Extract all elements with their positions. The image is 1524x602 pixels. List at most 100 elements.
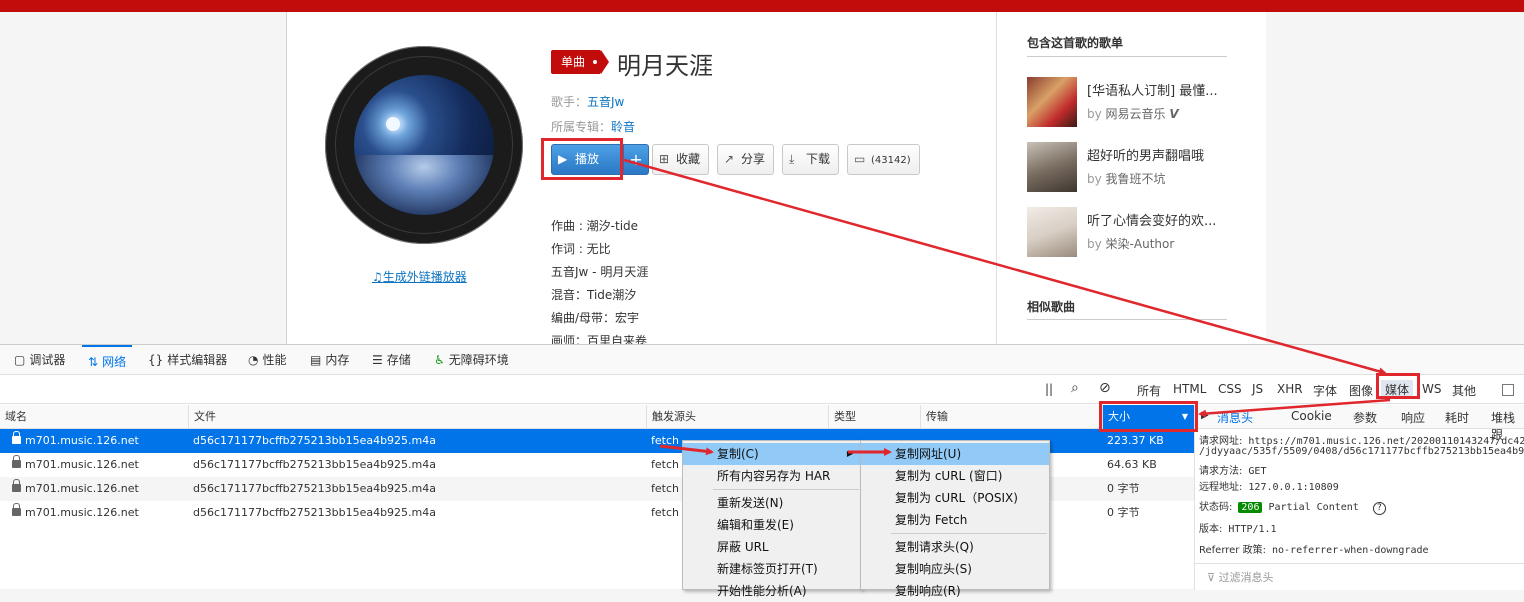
menu-copy-curl-win[interactable]: 复制为 cURL (窗口) [861, 465, 1002, 487]
folder-plus-icon: ⊞ [659, 152, 670, 166]
filter-ws[interactable]: WS [1422, 382, 1441, 396]
song-info: ♫生成外链播放器 单曲 明月天涯 歌手：五音Jw 所属专辑：聆音 ▶ 播放 + ⊞… [287, 12, 995, 348]
chip-icon: ▤ [310, 353, 322, 367]
sort-arrow-icon: ▼ [1181, 412, 1188, 421]
column-transferred[interactable]: 传输 [920, 405, 1102, 429]
filter-css[interactable]: CSS [1218, 382, 1242, 396]
column-file[interactable]: 文件 [188, 405, 646, 429]
status-badge: 206 [1238, 502, 1263, 513]
singer-link[interactable]: 五音Jw [587, 95, 624, 109]
menu-copy-response[interactable]: 复制响应(R) [861, 580, 961, 602]
filter-fonts[interactable]: 字体 [1313, 382, 1337, 399]
collect-button[interactable]: ⊞ 收藏 [652, 144, 710, 175]
tab-response[interactable]: 响应 [1401, 409, 1425, 426]
playlists-heading: 包含这首歌的歌单 [1027, 36, 1124, 50]
lock-icon [12, 503, 21, 516]
comment-button[interactable]: ▭ (43142) [847, 144, 920, 175]
tab-network[interactable]: ⇅ 网络 [82, 345, 133, 375]
tab-timings[interactable]: 耗时 [1445, 409, 1469, 426]
filter-images[interactable]: 图像 [1349, 382, 1373, 399]
filter-all[interactable]: 所有 [1137, 382, 1161, 399]
menu-open-new-tab[interactable]: 新建标签页打开(T) [683, 558, 818, 580]
filter-media[interactable]: 媒体 [1381, 380, 1414, 399]
request-method: 请求方法: GET [1199, 466, 1267, 477]
menu-divider [891, 533, 1047, 534]
pause-icon[interactable]: || [1045, 382, 1053, 396]
lyric-line: 编曲/母带：宏宇 [551, 311, 640, 325]
related-sidebar: 包含这首歌的歌单 [华语私人订制] 最懂... by 网易云音乐 V 超好听的男… [996, 12, 1266, 344]
album-link[interactable]: 聆音 [611, 120, 635, 134]
play-icon: ▶ [558, 152, 568, 166]
persist-checkbox[interactable] [1502, 384, 1514, 396]
playlist-author[interactable]: 网易云音乐 [1106, 107, 1166, 121]
divider [1027, 319, 1227, 320]
tab-style-editor[interactable]: {} 样式编辑器 [148, 345, 227, 375]
details-tabs: ▶ 消息头 Cookie 参数 响应 耗时 堆栈跟 [1195, 405, 1524, 442]
tab-headers[interactable]: 消息头 [1217, 409, 1253, 426]
tab-params[interactable]: 参数 [1353, 409, 1377, 426]
remote-address: 远程地址: 127.0.0.1:10809 [1199, 482, 1339, 493]
menu-copy-url[interactable]: 复制网址(U) [861, 443, 1049, 465]
filter-xhr[interactable]: XHR [1277, 382, 1303, 396]
playlist-author[interactable]: 栄染-Author [1106, 237, 1175, 251]
filter-icon: ⊽ [1207, 571, 1216, 584]
filter-other[interactable]: 其他 [1452, 382, 1476, 399]
music-note-icon: ♫ [372, 270, 383, 284]
lyric-line: 五音Jw - 明月天涯 [551, 265, 649, 279]
tab-performance[interactable]: ◔ 性能 [248, 345, 287, 375]
share-button[interactable]: ↗ 分享 [717, 144, 775, 175]
gauge-icon: ◔ [248, 353, 259, 367]
tab-memory[interactable]: ▤ 内存 [310, 345, 349, 375]
playlist-author[interactable]: 我鲁班不坑 [1106, 172, 1166, 186]
menu-start-profiling[interactable]: 开始性能分析(A) [683, 580, 807, 602]
menu-block-url[interactable]: 屏蔽 URL [683, 536, 769, 558]
menu-copy[interactable]: 复制(C) ▶ [683, 443, 861, 465]
tab-storage[interactable]: ☰ 存储 [372, 345, 411, 375]
menu-save-har[interactable]: 所有内容另存为 HAR [683, 465, 830, 487]
add-to-queue-button[interactable]: + [623, 144, 649, 175]
devtools-panel: ▢ 调试器 ⇅ 网络 {} 样式编辑器 ◔ 性能 ▤ 内存 ☰ 存储 ♿ 无障碍环境 || ⌕… [0, 344, 1524, 598]
cover-image [354, 75, 494, 215]
playlist-item[interactable]: 听了心情会变好的欢... by 栄染-Author [1027, 207, 1237, 257]
toggle-panel-icon[interactable]: ▶ [1201, 410, 1209, 421]
column-type[interactable]: 类型 [828, 405, 920, 429]
outlink-player-link[interactable]: ♫生成外链播放器 [372, 268, 467, 285]
play-button[interactable]: ▶ 播放 [551, 144, 623, 175]
filter-headers-input[interactable]: ⊽ 过滤消息头 [1195, 563, 1524, 587]
column-size[interactable]: 大小 ▼ [1102, 405, 1194, 429]
playlist-item[interactable]: 超好听的男声翻唱哦 by 我鲁班不坑 [1027, 142, 1237, 192]
status-code: 状态码: 206 Partial Content ? [1199, 498, 1386, 515]
similar-songs-heading: 相似歌曲 [1027, 300, 1076, 314]
menu-copy-request-headers[interactable]: 复制请求头(Q) [861, 536, 974, 558]
tab-accessibility[interactable]: ♿ 无障碍环境 [434, 345, 509, 375]
lyric-line: 作词 : 无比 [551, 242, 611, 256]
request-url: 请求网址: https://m701.music.126.net/2020011… [1199, 436, 1524, 447]
lock-icon [12, 455, 21, 468]
playlist-thumbnail [1027, 207, 1077, 257]
album-cover [325, 46, 523, 244]
devtools-tabs: ▢ 调试器 ⇅ 网络 {} 样式编辑器 ◔ 性能 ▤ 内存 ☰ 存储 ♿ 无障碍环境 [0, 345, 1524, 375]
network-filter-bar: || ⌕ ⊘ 所有 HTML CSS JS XHR 字体 图像 媒体 WS 其他 [0, 376, 1524, 404]
menu-resend[interactable]: 重新发送(N) [683, 492, 783, 514]
column-cause[interactable]: 触发源头 [646, 405, 828, 429]
column-domain[interactable]: 域名 [0, 405, 188, 429]
tab-cookie[interactable]: Cookie [1291, 409, 1332, 423]
http-version: 版本: HTTP/1.1 [1199, 524, 1277, 535]
lyric-line: 混音：Tide潮汐 [551, 288, 637, 302]
menu-edit-resend[interactable]: 编辑和重发(E) [683, 514, 794, 536]
menu-copy-response-headers[interactable]: 复制响应头(S) [861, 558, 972, 580]
download-button[interactable]: ⤓ 下载 [782, 144, 840, 175]
playlist-item[interactable]: [华语私人订制] 最懂... by 网易云音乐 V [1027, 77, 1237, 127]
search-icon[interactable]: ⌕ [1071, 380, 1079, 396]
filter-js[interactable]: JS [1252, 382, 1263, 396]
copy-submenu: 复制网址(U) 复制为 cURL (窗口) 复制为 cURL（POSIX) 复制… [860, 440, 1050, 598]
menu-copy-curl-posix[interactable]: 复制为 cURL（POSIX) [861, 487, 1018, 509]
referrer-policy: Referrer 政策: no-referrer-when-downgrade [1199, 545, 1429, 556]
menu-copy-fetch[interactable]: 复制为 Fetch [861, 509, 967, 531]
tab-debugger[interactable]: ▢ 调试器 [14, 345, 65, 375]
filter-html[interactable]: HTML [1173, 382, 1206, 396]
braces-icon: {} [148, 353, 164, 367]
singer-line: 歌手：五音Jw [551, 95, 625, 109]
clear-icon[interactable]: ⊘ [1099, 380, 1111, 396]
help-icon[interactable]: ? [1372, 502, 1386, 515]
